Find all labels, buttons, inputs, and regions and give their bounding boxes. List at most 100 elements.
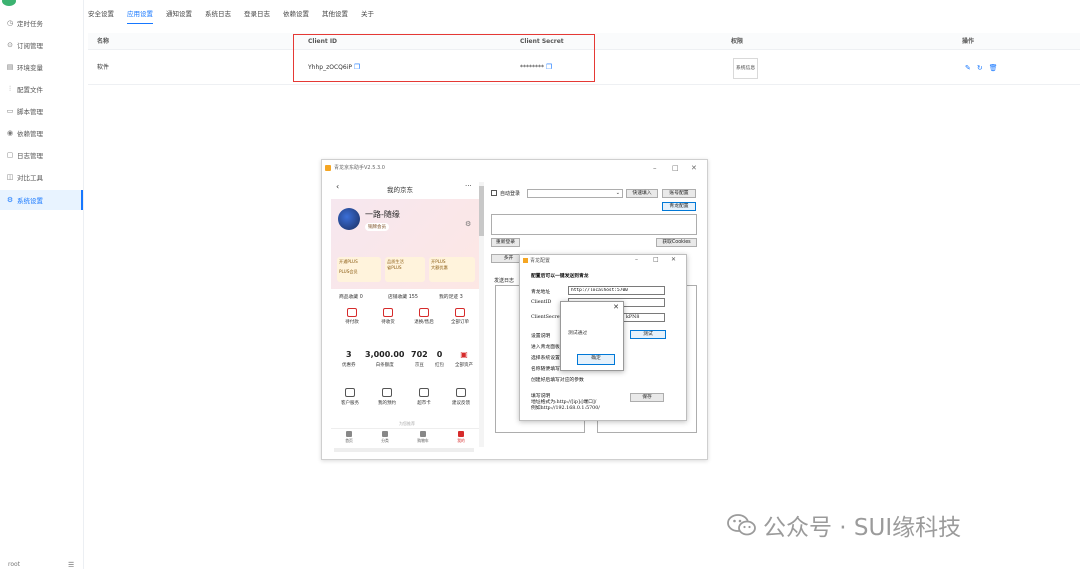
orders-row: 待付款 待收货 退换/售后 全部订单 [335,306,479,338]
member-badge: 铜牌会员 [365,223,389,231]
order-pending-payment[interactable]: 待付款 [338,306,366,325]
recommend-divider: 为您推荐 [399,421,415,426]
quality-life-card[interactable]: 品质生活 省PLUS [385,257,425,282]
url-label: 青龙地址 [531,290,551,295]
scroll-thumb[interactable] [479,186,484,236]
sidebar-item-config[interactable]: ⫶ 配置文件 [0,79,83,99]
cookie-textarea[interactable] [491,214,697,235]
asset-beans[interactable]: 702 京豆 [411,350,428,368]
nav-category[interactable]: 分类 [371,431,399,444]
ok-button[interactable]: 确定 [577,354,615,365]
close-icon[interactable]: ✕ [613,303,619,311]
delete-icon[interactable]: 🗑 [989,64,998,72]
test-button[interactable]: 测试 [630,330,666,339]
sidebar-item-diff[interactable]: ◫ 对比工具 [0,167,83,187]
assets-row: 3 优惠券 3,000.00 白条额度 702 京豆 0 红包 ▣ 全部资产 [335,346,479,380]
maximize-button[interactable]: □ [672,160,679,176]
diff-icon: ◫ [6,173,14,181]
phone-horizontal-scrollbar[interactable] [334,448,474,452]
services-row: 客户服务 我的预约 超市卡 建议反馈 [335,384,479,418]
phone-header: ‹ 我的京东 ··· [336,182,472,194]
auto-login-checkbox[interactable] [491,190,497,196]
plus-cards: 开通PLUS PLUS会员 品质生活 省PLUS 开PLUS 大额优惠 [337,257,477,282]
calendar-icon [382,388,392,397]
tab-login-log[interactable]: 登录日志 [244,8,270,24]
sidebar-item-logs[interactable]: ▢ 日志管理 [0,145,83,165]
orders-icon [455,308,465,317]
relogin-button[interactable]: 重新登录 [491,238,520,247]
permission-tag: 系统信息 [733,58,759,79]
category-icon [382,431,388,437]
sidebar-item-scripts[interactable]: ▭ 脚本管理 [0,101,83,121]
qinglong-url-input[interactable] [568,286,665,295]
tab-system-log[interactable]: 系统日志 [205,8,231,24]
account-select[interactable]: ⌄ [527,189,623,198]
edit-icon[interactable]: ✎ [965,64,971,72]
asset-credit[interactable]: 3,000.00 白条额度 [365,350,404,368]
watermark-text: 公众号 · SUI缘科技 [763,515,962,541]
service-customer[interactable]: 客户服务 [335,387,365,406]
app-page: ◷ 定时任务 ⊙ 订阅管理 ▤ 环境变量 ⫶ 配置文件 ▭ 脚本管理 ◉ 依赖管理 ▢ 日志管… [0,0,1080,569]
nav-me[interactable]: 我的 [447,431,475,444]
gear-icon: ⚙ [6,196,14,204]
qinglong-config-button[interactable]: 青龙配置 [662,202,696,211]
maximize-button[interactable]: □ [653,256,659,263]
wechat-icon [727,514,756,536]
env-icon: ▤ [6,63,14,71]
instructions-title: 设置说明 [531,334,551,339]
tab-dependency[interactable]: 依赖设置 [283,8,309,24]
sidebar-item-cron[interactable]: ◷ 定时任务 [0,13,83,33]
order-pending-receipt[interactable]: 待收货 [374,306,402,325]
phone-vertical-scrollbar[interactable] [479,182,484,447]
avatar [338,208,360,230]
service-card[interactable]: 超市卡 [409,387,439,406]
username: 一路-随缘 [365,210,400,219]
nav-cart[interactable]: 购物车 [409,431,437,444]
service-feedback[interactable]: 建议反馈 [446,387,476,406]
asset-redpacket[interactable]: 0 红包 [435,350,444,368]
asset-coupons[interactable]: 3 优惠券 [342,350,356,368]
order-all[interactable]: 全部订单 [446,306,474,325]
menu-collapse-icon[interactable]: ☰ [68,561,74,569]
minimize-button[interactable]: – [635,256,638,263]
result-text: 测试通过 [568,331,588,336]
save-button[interactable]: 保存 [630,393,664,402]
sidebar-item-settings[interactable]: ⚙ 系统设置 [0,190,83,210]
settings-tabs: 安全设置 应用设置 通知设置 系统日志 登录日志 依赖设置 其他设置 关于 [88,8,387,24]
home-icon [346,431,352,437]
client-secret-label: ClientSecret [531,315,562,320]
sidebar-item-subscription[interactable]: ⊙ 订阅管理 [0,35,83,55]
account-config-button[interactable]: 账号配置 [662,189,696,198]
window-title-bar: 青龙京东助手V2.5.3.0 [322,160,707,176]
chevron-down-icon: ⌄ [615,190,620,196]
nav-home[interactable]: 首页 [335,431,363,444]
sidebar-item-env[interactable]: ▤ 环境变量 [0,57,83,77]
tab-app-settings[interactable]: 应用设置 [127,8,153,24]
back-icon[interactable]: ‹ [336,182,339,191]
sidebar-item-dependency[interactable]: ◉ 依赖管理 [0,123,83,143]
open-plus-card[interactable]: 开PLUS 大额优惠 [429,257,475,282]
reset-icon[interactable]: ↻ [977,64,983,72]
plus-card[interactable]: 开通PLUS PLUS会员 [337,257,381,282]
edit-icon [456,388,466,397]
close-button[interactable]: ✕ [671,256,676,263]
settings-icon[interactable]: ⚙ [465,220,471,228]
tab-security[interactable]: 安全设置 [88,8,114,24]
wallet-icon [347,308,357,317]
tab-about[interactable]: 关于 [361,8,374,24]
phone-bottom-nav: 首页 分类 购物车 我的 [331,428,483,446]
close-button[interactable]: ✕ [691,160,697,176]
header-actions: 操作 [962,38,975,45]
more-icon[interactable]: ··· [465,182,472,190]
get-cookies-button[interactable]: 获取Cookies [656,238,697,247]
service-booking[interactable]: 我的预约 [372,387,402,406]
quick-fill-button[interactable]: 快速填入 [626,189,658,198]
headset-icon [345,388,355,397]
minimize-button[interactable]: – [653,160,657,176]
order-after-sale[interactable]: 退换/售后 [410,306,438,325]
user-name[interactable]: root [8,561,20,568]
script-icon: ▭ [6,107,14,115]
asset-all[interactable]: ▣ 全部资产 [455,350,473,368]
tab-notification[interactable]: 通知设置 [166,8,192,24]
tab-other[interactable]: 其他设置 [322,8,348,24]
